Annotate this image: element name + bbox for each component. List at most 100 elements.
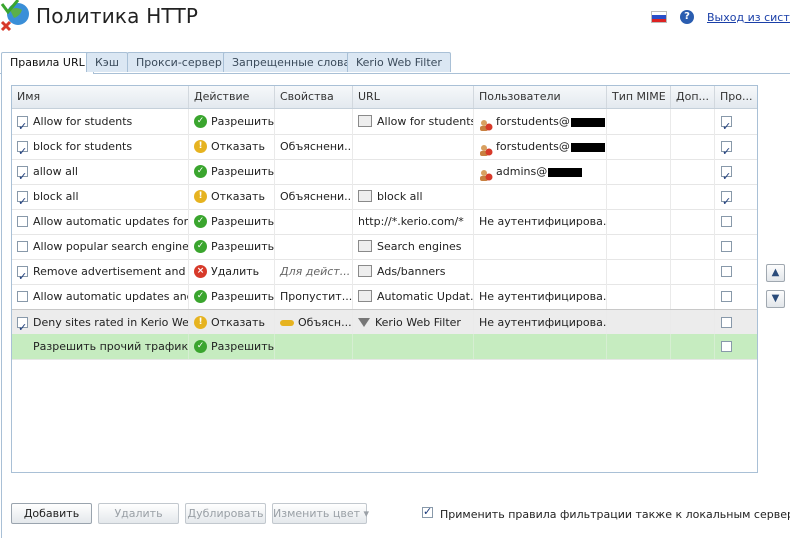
column-header-properties[interactable]: Свойства — [275, 86, 353, 108]
rule-enabled-checkbox[interactable] — [17, 189, 28, 209]
cell-protocol[interactable] — [715, 184, 757, 209]
cell-url[interactable]: Search engines — [353, 234, 474, 259]
cell-action[interactable]: ✓ Разрешить — [189, 109, 275, 134]
add-button[interactable]: Добавить — [11, 503, 92, 524]
cell-mime[interactable] — [607, 259, 671, 284]
protocol-checkbox[interactable] — [721, 290, 732, 302]
cell-name[interactable]: Allow automatic updates and ... — [12, 284, 189, 309]
cell-properties[interactable] — [275, 209, 353, 234]
tab-url-rules[interactable]: Правила URL — [1, 52, 94, 74]
cell-action[interactable]: ✓ Разрешить — [189, 209, 275, 234]
cell-protocol[interactable] — [715, 209, 757, 234]
protocol-checkbox[interactable] — [721, 240, 732, 252]
cell-users[interactable]: forstudents@ — [474, 134, 607, 159]
cell-protocol[interactable] — [715, 159, 757, 184]
column-header-protocol[interactable]: Про... — [715, 86, 757, 108]
table-row[interactable]: Allow automatic updates and ... ✓ Разрешит… — [12, 284, 757, 310]
cell-extra[interactable] — [671, 209, 715, 234]
cell-protocol[interactable] — [715, 109, 757, 134]
rule-enabled-checkbox[interactable] — [17, 164, 28, 184]
cell-url[interactable]: http://*.kerio.com/* — [353, 209, 474, 234]
table-row[interactable]: Allow for students ✓ Разрешить Allow for st… — [12, 109, 757, 135]
cell-name[interactable]: Allow for students — [12, 109, 189, 134]
table-row[interactable]: allow all ✓ Разрешить admins@ — [12, 159, 757, 185]
table-row[interactable]: Deny sites rated in Kerio Web ...! Отказа… — [12, 309, 757, 336]
cell-users[interactable] — [474, 184, 607, 209]
move-up-button[interactable]: ▲ — [766, 264, 785, 282]
cell-users[interactable]: admins@ — [474, 159, 607, 184]
tab-kerio-web-filter[interactable]: Kerio Web Filter — [347, 52, 451, 72]
table-row[interactable]: Remove advertisement and b... × Удалить Для… — [12, 259, 757, 285]
rule-enabled-checkbox[interactable] — [17, 315, 28, 335]
table-row[interactable]: Allow automatic updates for K... ✓ Разреши… — [12, 209, 757, 235]
cell-users[interactable] — [474, 259, 607, 284]
protocol-checkbox[interactable] — [721, 215, 732, 227]
cell-url[interactable] — [353, 159, 474, 184]
cell-url[interactable] — [353, 334, 474, 359]
cell-properties[interactable]: Объяснени... — [275, 134, 353, 159]
table-row[interactable]: Разрешить прочий трафик ✓ Разрешить — [12, 334, 757, 360]
cell-name[interactable]: Deny sites rated in Kerio Web ... — [12, 310, 189, 335]
cell-mime[interactable] — [607, 234, 671, 259]
tab-forbidden-words[interactable]: Запрещенные слова — [223, 52, 360, 72]
cell-protocol[interactable] — [715, 284, 757, 309]
cell-extra[interactable] — [671, 134, 715, 159]
cell-properties[interactable] — [275, 334, 353, 359]
cell-name[interactable]: block all — [12, 184, 189, 209]
logout-link[interactable]: Выход из систем — [707, 11, 790, 24]
rule-enabled-checkbox[interactable] — [17, 114, 28, 134]
cell-mime[interactable] — [607, 159, 671, 184]
protocol-checkbox[interactable] — [721, 139, 732, 159]
cell-properties[interactable] — [275, 234, 353, 259]
cell-users[interactable]: forstudents@ — [474, 109, 607, 134]
cell-protocol[interactable] — [715, 259, 757, 284]
rule-enabled-checkbox[interactable] — [17, 264, 28, 284]
tab-cache[interactable]: Кэш — [86, 52, 128, 72]
cell-action[interactable]: ! Отказать — [189, 134, 275, 159]
cell-url[interactable]: Allow for students — [353, 109, 474, 134]
apply-local-servers-checkbox[interactable] — [422, 505, 433, 518]
rule-enabled-checkbox[interactable] — [17, 240, 28, 252]
help-icon[interactable]: ? — [680, 10, 694, 24]
cell-action[interactable]: ✓ Разрешить — [189, 159, 275, 184]
cell-properties[interactable] — [275, 109, 353, 134]
column-header-action[interactable]: Действие — [189, 86, 275, 108]
cell-action[interactable]: ! Отказать — [189, 184, 275, 209]
cell-mime[interactable] — [607, 334, 671, 359]
cell-properties[interactable]: Объяснени... — [275, 184, 353, 209]
cell-extra[interactable] — [671, 234, 715, 259]
table-row[interactable]: block all! Отказать Объяснени... block all — [12, 184, 757, 210]
tab-proxy-server[interactable]: Прокси-сервер — [127, 52, 231, 72]
cell-name[interactable]: block for students — [12, 134, 189, 159]
column-header-name[interactable]: Имя — [12, 86, 189, 108]
rule-enabled-checkbox[interactable] — [17, 139, 28, 159]
rule-enabled-checkbox[interactable] — [17, 215, 28, 227]
cell-url[interactable]: Automatic Updat... — [353, 284, 474, 309]
protocol-checkbox[interactable] — [721, 340, 732, 352]
cell-protocol[interactable] — [715, 234, 757, 259]
column-header-users[interactable]: Пользователи — [474, 86, 607, 108]
protocol-checkbox[interactable] — [721, 189, 732, 209]
cell-action[interactable]: ✓ Разрешить — [189, 284, 275, 309]
delete-button[interactable]: Удалить — [98, 503, 179, 524]
column-header-url[interactable]: URL — [353, 86, 474, 108]
cell-mime[interactable] — [607, 310, 671, 335]
cell-users[interactable]: Не аутентифицирова... — [474, 209, 607, 234]
cell-users[interactable]: Не аутентифицирова... — [474, 284, 607, 309]
protocol-checkbox[interactable] — [721, 316, 732, 328]
cell-properties[interactable] — [275, 159, 353, 184]
cell-url[interactable]: Kerio Web Filter — [353, 310, 474, 335]
cell-mime[interactable] — [607, 284, 671, 309]
cell-mime[interactable] — [607, 209, 671, 234]
cell-extra[interactable] — [671, 259, 715, 284]
cell-properties[interactable]: Для дейст... — [275, 259, 353, 284]
cell-url[interactable] — [353, 134, 474, 159]
cell-extra[interactable] — [671, 109, 715, 134]
cell-mime[interactable] — [607, 134, 671, 159]
table-row[interactable]: Allow popular search engines ✓ Разрешить Se… — [12, 234, 757, 260]
cell-users[interactable]: Не аутентифицирова... — [474, 310, 607, 335]
change-color-button[interactable]: Изменить цвет ▾ — [272, 503, 369, 524]
cell-extra[interactable] — [671, 310, 715, 335]
cell-users[interactable] — [474, 334, 607, 359]
move-down-button[interactable]: ▼ — [766, 290, 785, 308]
